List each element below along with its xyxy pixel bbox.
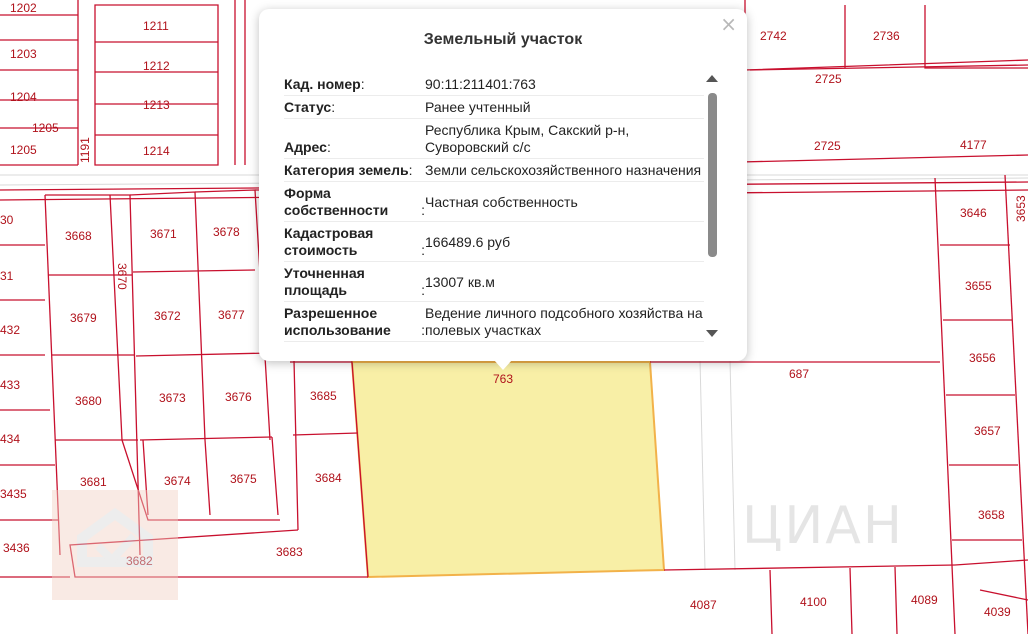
selected-parcel-763[interactable] [350,361,666,579]
parcel-label: 3673 [159,391,186,405]
info-row-permitted-use: Разрешенное использование: Ведение лично… [284,302,704,342]
info-row-status: Статус: Ранее учтенный [284,96,704,119]
info-row-cadastral-number: Кад. номер: 90:11:211401:763 [284,73,704,96]
parcel-label: 3668 [65,229,92,243]
parcel-label: 3435 [0,487,27,501]
info-row-area: Уточненная площадь: 13007 кв.м [284,262,704,302]
parcel-label: 31 [0,269,14,283]
parcel-label: 4177 [960,138,987,152]
info-key: Разрешенное использование [284,305,391,338]
info-row-land-category: Категория земель: Земли сельскохозяйстве… [284,159,704,182]
parcel-label: 3655 [965,279,992,293]
popup-title: Земельный участок [423,31,583,48]
parcel-label: 1203 [10,47,37,61]
parcel-label: 3674 [164,474,191,488]
parcel-label: 1213 [143,98,170,112]
parcel-label: 3676 [225,390,252,404]
parcel-label: 3678 [213,225,240,239]
parcel-label: 3436 [3,541,30,555]
parcel-label: 3683 [276,545,303,559]
parcel-label: 4087 [690,598,717,612]
scroll-up-icon[interactable] [706,75,718,82]
info-value: Частная собственность [425,193,578,210]
parcel-label: 3657 [974,424,1001,438]
info-key: Кадастровая стоимость [284,225,374,258]
parcel-label: 1205 [10,143,37,157]
watermark-logo [52,490,178,600]
info-row-ownership: Форма собственности: Частная собственнос… [284,182,704,222]
parcel-label: 763 [493,372,513,386]
parcel-label: 4100 [800,595,827,609]
parcel-label: 2742 [760,29,787,43]
info-row-cadastral-value: Кадастровая стоимость: 166489.6 руб [284,222,704,262]
parcel-label: 4089 [911,593,938,607]
parcel-label: 1214 [143,144,170,158]
info-row-address: Адрес: Республика Крым, Сакский р-н, Сув… [284,119,704,159]
parcel-label: 1205 [32,121,59,135]
parcel-label: 433 [0,378,20,392]
parcel-label: 30 [0,213,14,227]
parcel-label: 432 [0,323,20,337]
info-value: Республика Крым, Сакский р-н, Суворовски… [425,122,630,155]
parcel-label: 3685 [310,389,337,403]
popup-info-table[interactable]: Кад. номер: 90:11:211401:763 Статус: Ран… [284,73,704,347]
parcel-label: 1204 [10,90,37,104]
info-key: Категория земель [284,162,409,178]
scrollbar-thumb[interactable] [708,93,717,257]
info-value: Ведение личного подсобного хозяйства на … [425,305,703,338]
parcel-label: 2725 [814,139,841,153]
parcel-label: 3646 [960,206,987,220]
parcel-label: 3672 [154,309,181,323]
parcel-label: 3677 [218,308,245,322]
info-value: 90:11:211401:763 [425,76,536,92]
info-key: Уточненная площадь [284,265,365,298]
parcel-label: 3684 [315,471,342,485]
parcel-label: 3653 [1014,195,1028,222]
info-value: Земли сельскохозяйственного назначения [425,162,702,178]
parcel-label: 434 [0,432,20,446]
parcel-info-popup: × Земельный участок Кад. номер: 90:11:21… [259,9,747,361]
info-value: 13007 кв.м [425,273,495,290]
info-key: Адрес [284,139,327,155]
parcel-label: 3658 [978,508,1005,522]
parcel-label: 2736 [873,29,900,43]
parcel-label: 3671 [150,227,177,241]
parcel-label: 2725 [815,72,842,86]
popup-pointer [494,360,512,370]
parcel-label: 1191 [78,137,92,163]
scroll-down-icon[interactable] [706,330,718,337]
info-key: Кад. номер [284,76,361,92]
parcel-label: 1212 [143,59,170,73]
parcel-label: 3681 [80,475,107,489]
parcel-label: 3680 [75,394,102,408]
parcel-label: 4039 [984,605,1011,619]
info-key: Статус [284,99,332,115]
parcel-label: 1211 [143,19,169,33]
parcel-label: 3656 [969,351,996,365]
parcel-label: 3670 [115,263,129,290]
watermark-text: ЦИАН [742,496,904,556]
info-key: Форма собственности [284,185,389,218]
info-value: 166489.6 руб [425,233,511,250]
info-value: Ранее учтенный [425,99,531,115]
parcel-label: 3679 [70,311,97,325]
parcel-label: 3675 [230,472,257,486]
parcel-label: 1202 [10,1,37,15]
parcel-label: 687 [789,367,809,381]
